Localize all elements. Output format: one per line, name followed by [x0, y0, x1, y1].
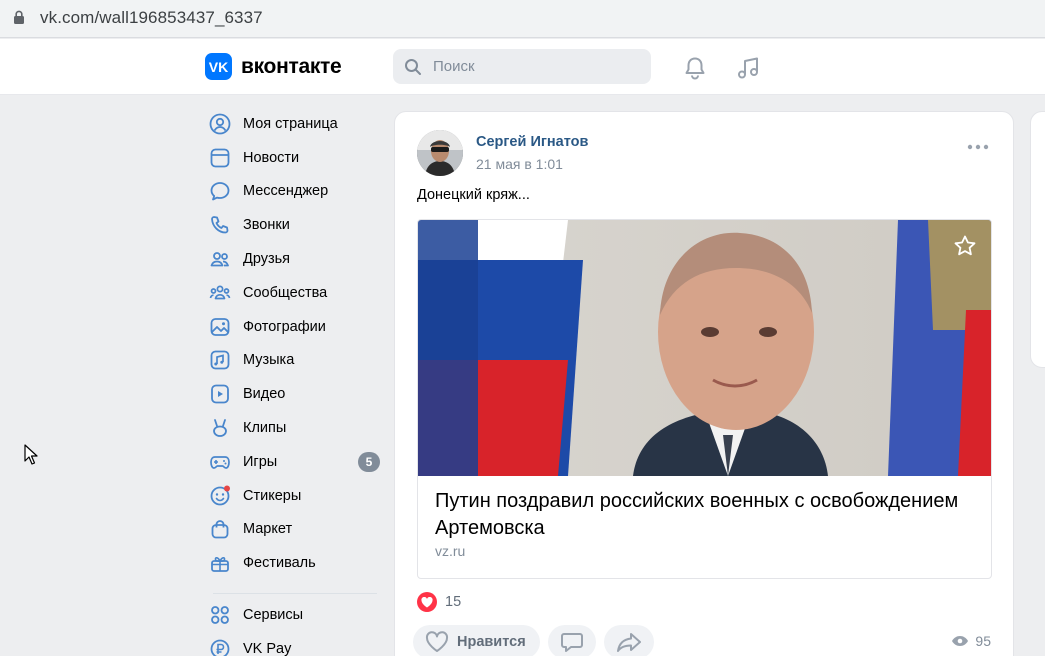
share-icon — [616, 633, 641, 652]
nav-item-label: Игры — [243, 453, 278, 470]
search-input[interactable] — [433, 49, 643, 84]
post-text: Донецкий кряж... — [417, 187, 530, 203]
like-button[interactable]: Нравится — [413, 625, 540, 656]
nav-item-label: Сервисы — [243, 607, 304, 624]
right-sidebar-card — [1030, 111, 1045, 368]
nav-item-label: Фотографии — [243, 318, 326, 335]
nav-divider — [213, 593, 377, 595]
nav-item-games[interactable]: Игры 5 — [205, 445, 385, 479]
likes-count: 15 — [445, 594, 462, 610]
post-author[interactable]: Сергей Игнатов — [476, 134, 588, 150]
nav-item-label: Моя страница — [243, 115, 338, 132]
news-icon — [208, 146, 232, 170]
nav-item-label: Мессенджер — [243, 183, 329, 200]
vk-logo-mark: VK — [205, 53, 232, 80]
communities-icon — [208, 281, 232, 305]
stickers-icon — [208, 484, 232, 508]
nav-item-video[interactable]: Видео — [205, 377, 385, 411]
comment-button[interactable] — [547, 625, 596, 656]
nav-item-label: Звонки — [243, 217, 290, 234]
messenger-icon — [208, 179, 232, 203]
games-count-badge: 5 — [358, 451, 380, 472]
share-button[interactable] — [603, 625, 654, 656]
mouse-cursor-icon — [24, 444, 38, 465]
nav-item-messenger[interactable]: Мессенджер — [205, 175, 385, 209]
like-button-label: Нравится — [457, 634, 526, 650]
music-icon — [208, 348, 232, 372]
post-actions: Нравится — [413, 625, 662, 656]
post-time[interactable]: 21 мая в 1:01 — [476, 156, 563, 172]
views-counter: 95 — [951, 633, 991, 649]
nav-item-vkpay[interactable]: VK Pay — [205, 632, 385, 656]
heart-outline-icon — [425, 631, 449, 652]
nav-item-label: Фестиваль — [243, 555, 316, 572]
vk-logo-text: вконтакте — [241, 54, 342, 78]
festival-icon — [208, 551, 232, 575]
post-card: Сергей Игнатов 21 мая в 1:01 Донецкий кр… — [394, 111, 1014, 656]
nav-item-music[interactable]: Музыка — [205, 344, 385, 378]
author-avatar[interactable] — [417, 130, 463, 176]
star-icon[interactable] — [953, 234, 977, 258]
services-icon — [208, 603, 232, 627]
site-header: VK вконтакте — [0, 39, 1045, 95]
browser-address-bar[interactable]: vk.com/wall196853437_6337 — [0, 0, 1045, 38]
lock-icon — [14, 10, 24, 24]
search-icon — [405, 59, 421, 75]
snippet-image — [418, 220, 991, 476]
photos-icon — [208, 315, 232, 339]
nav-item-communities[interactable]: Сообщества — [205, 276, 385, 310]
nav-item-friends[interactable]: Друзья — [205, 242, 385, 276]
vk-logo[interactable]: VK вконтакте — [205, 53, 342, 80]
nav-item-services[interactable]: Сервисы — [205, 598, 385, 632]
url-text[interactable]: vk.com/wall196853437_6337 — [40, 8, 263, 28]
music-note-icon[interactable] — [735, 54, 763, 82]
snippet-title[interactable]: Путин поздравил российских военных с осв… — [435, 488, 975, 542]
nav-item-photos[interactable]: Фотографии — [205, 310, 385, 344]
nav-item-label: Стикеры — [243, 487, 302, 504]
views-count: 95 — [975, 633, 991, 649]
video-icon — [208, 382, 232, 406]
link-snippet[interactable]: Путин поздравил российских военных с осв… — [417, 219, 992, 579]
left-nav: Моя страница Новости Мессенджер Звонки Д… — [205, 107, 385, 656]
nav-item-label: Клипы — [243, 420, 287, 437]
nav-item-stickers[interactable]: Стикеры — [205, 479, 385, 513]
nav-item-label: Маркет — [243, 521, 293, 538]
nav-item-clips[interactable]: Клипы — [205, 411, 385, 445]
nav-item-label: Новости — [243, 149, 300, 166]
nav-item-label: VK Pay — [243, 640, 292, 656]
heart-icon — [417, 592, 437, 612]
vkpay-icon — [208, 637, 232, 656]
comment-icon — [560, 633, 583, 652]
nav-item-label: Друзья — [243, 251, 291, 268]
nav-item-news[interactable]: Новости — [205, 141, 385, 175]
nav-item-label: Сообщества — [243, 284, 328, 301]
phone-icon — [208, 213, 232, 237]
nav-item-my-page[interactable]: Моя страница — [205, 107, 385, 141]
more-options-icon[interactable] — [967, 142, 989, 152]
eye-icon — [952, 636, 969, 646]
nav-item-market[interactable]: Маркет — [205, 513, 385, 547]
nav-item-label: Видео — [243, 386, 286, 403]
games-icon — [208, 450, 232, 474]
likes-summary[interactable]: 15 — [417, 592, 461, 612]
snippet-source[interactable]: vz.ru — [435, 543, 465, 559]
profile-icon — [208, 112, 232, 136]
nav-item-festival[interactable]: Фестиваль — [205, 546, 385, 580]
clips-icon — [208, 416, 232, 440]
nav-item-label: Музыка — [243, 352, 295, 369]
market-icon — [208, 517, 232, 541]
friends-icon — [208, 247, 232, 271]
bell-icon[interactable] — [681, 54, 709, 82]
nav-item-calls[interactable]: Звонки — [205, 208, 385, 242]
search-box[interactable] — [393, 49, 651, 84]
